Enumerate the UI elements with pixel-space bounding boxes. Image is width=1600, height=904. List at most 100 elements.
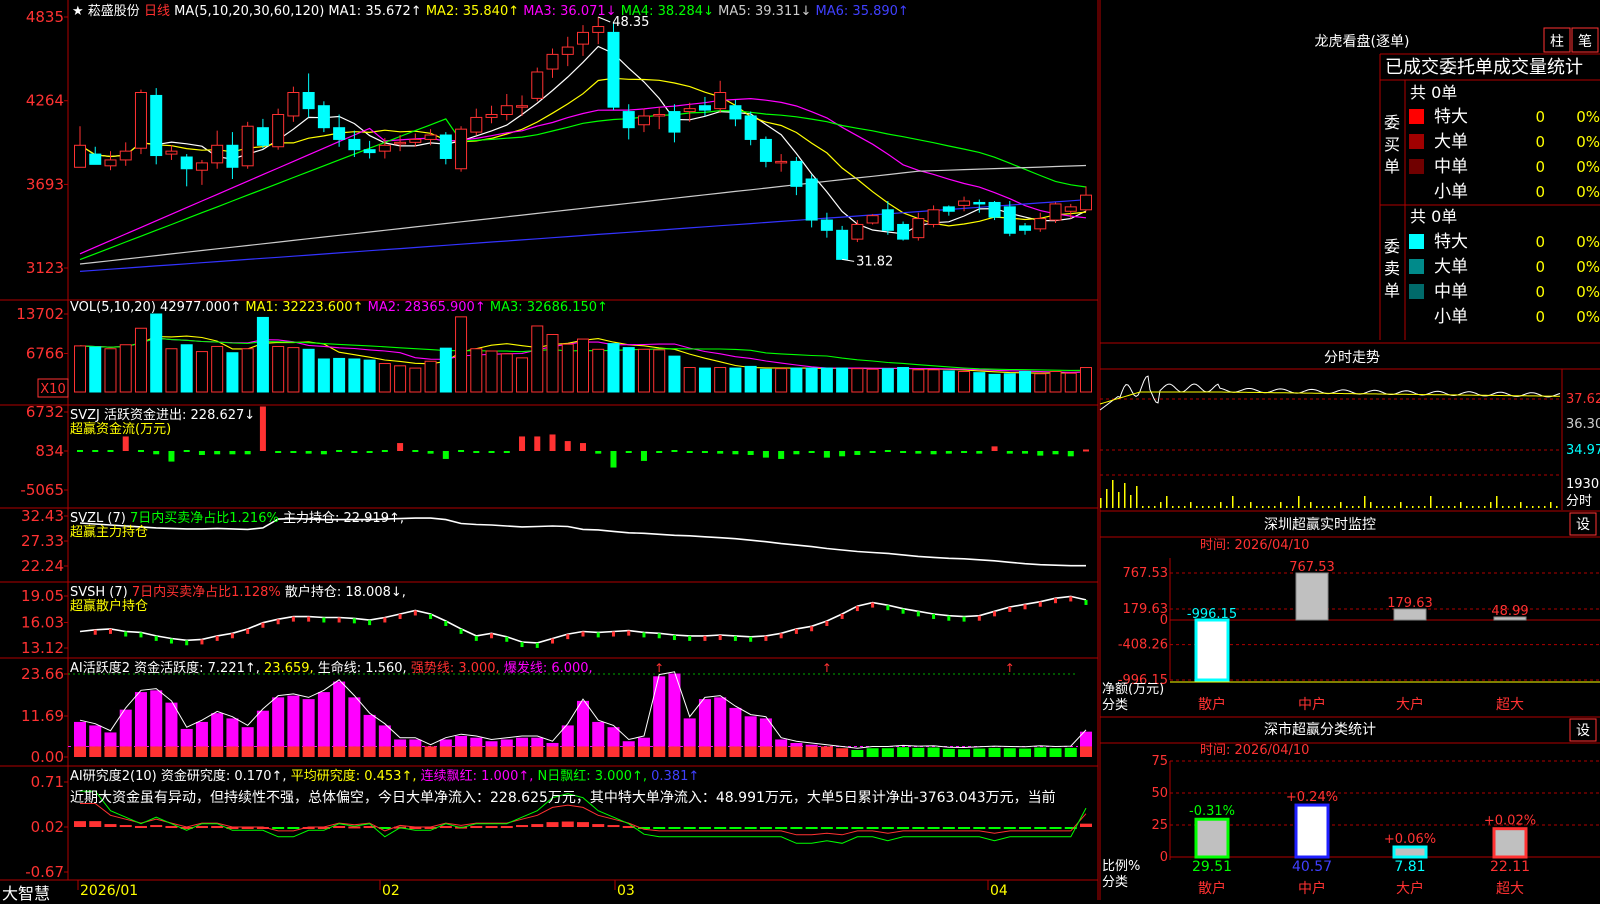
retail-holdings-tick [1008,606,1012,612]
volume-bar [74,345,86,393]
ai-activity-bar [226,718,239,747]
buy-row-count: 0 [1535,133,1545,151]
ai-active-axis-label: 23.66 [21,665,64,683]
ai-research-bar [1034,827,1047,829]
classify-value-label: 7.81 [1394,859,1425,875]
svsh-axis-label: 19.05 [21,587,64,605]
intraday-unit: 分时 [1566,494,1592,509]
volume-bar [836,367,849,393]
ai-activity-bar [150,690,163,747]
volume-bar [973,372,986,393]
intraday-volume-bar [1298,496,1300,508]
intraday-volume-bar [1406,506,1408,508]
sell-row-pct: 0% [1576,258,1600,276]
ai-research-bar [942,827,955,829]
vol-value: 42977.000↑ [160,300,242,315]
ai-signal-arrow: ↑ [1005,661,1015,675]
volume-bar [302,348,315,393]
retail-holdings-tick [276,619,280,625]
ai-activity-bar [195,746,208,757]
price-axis-label: 3123 [26,259,64,277]
fund-flow-bar [77,449,83,452]
fund-flow-bar [793,450,800,455]
fund-flow-bar [336,449,343,452]
ai-activity-bar [287,695,300,747]
intraday-volume-bar [1454,506,1456,508]
volume-bar [744,365,757,393]
ai-activity-bar [333,681,346,747]
retail-holdings-tick [749,636,753,642]
ai-active-title: AI活跃度2 资金活跃度: 7.221↑, [70,661,260,676]
intraday-volume-bar [1304,506,1306,508]
price-axis-label: 4264 [26,92,64,110]
ai-activity-bar [973,748,986,757]
fund-flow-bar [808,450,815,453]
candle-body [927,209,940,225]
intraday-volume-bar [1436,506,1438,508]
retail-holdings-tick [932,613,936,619]
ai-activity-bar [348,746,361,757]
fund-flow-bar [930,450,937,455]
intraday-volume-bar [1268,506,1270,508]
ai-activity-bar [104,746,117,757]
tab-bi: 笔 [1578,34,1592,50]
retail-holdings-tick [200,639,204,645]
ai-research-bar [195,826,208,829]
ai-activity-bar [226,746,239,757]
date-label: 2026/01 [80,883,138,899]
candle-body [119,150,132,161]
low-annotation: 31.82 [856,254,893,269]
ai-activity-bar [256,710,269,747]
ai-research-bar [546,822,559,827]
ai-activity-bar [942,748,955,757]
intraday-volume-bar [1460,502,1462,508]
ai-activity-bar [866,748,879,757]
candle-body [74,144,86,168]
ai-research-bar [531,824,544,827]
volume-bar [378,363,391,393]
ai-activity-bar [256,746,269,757]
price-axis-label: 3693 [26,175,64,193]
retail-holdings-tick [246,628,250,634]
ai-research-bar [165,826,178,829]
intraday-volume-bar [1220,502,1222,508]
intraday-volume-bar [1394,506,1396,508]
intraday-volume-bar [1316,506,1318,508]
ai-activity-bar [302,746,315,757]
ai-activity-bar [851,749,864,757]
ai-research-bar [698,827,711,829]
volume-bar [211,345,224,393]
retail-holdings-tick [1038,601,1042,607]
retail-holdings-tick [779,633,783,639]
stock-name[interactable]: 菘盛股份 [88,4,140,19]
volume-bar [516,357,529,393]
retail-holdings-tick [672,635,676,641]
period-label[interactable]: 日线 [144,4,170,19]
brand-logo: 大智慧 [2,884,51,903]
ai-research-bar [866,827,879,829]
intraday-volume-bar [1274,506,1276,508]
ma6-label: MA6: 35.890↑ [815,4,909,19]
retail-holdings-tick [169,638,173,644]
ai-activity-bar [394,746,407,757]
ai-research-bar [790,827,803,829]
ai-research-bar [119,825,132,828]
candle-body [516,105,529,108]
intraday-volume-bar [1412,506,1414,508]
candle-body [805,178,818,221]
svzj-axis-label: 834 [35,442,64,460]
vol-ma2: MA2: 28365.900↑ [367,300,486,315]
fund-flow-bar [625,450,632,453]
monitor-xlabel: 分类 [1102,698,1128,713]
ai-activity-bar [317,746,330,757]
ai-research-bar [561,821,574,827]
ai-activity-bar [622,746,635,757]
ai-research-bar [439,826,452,829]
intraday-volume-bar [1232,496,1234,508]
ai-research-bar [211,826,224,829]
ai-research-v5: 0.381↑ [651,769,700,784]
ai-research-bar [836,827,849,829]
volume-bar [104,348,117,393]
ai-activity-bar [988,747,1001,757]
buy-row-pct: 0% [1576,133,1600,151]
